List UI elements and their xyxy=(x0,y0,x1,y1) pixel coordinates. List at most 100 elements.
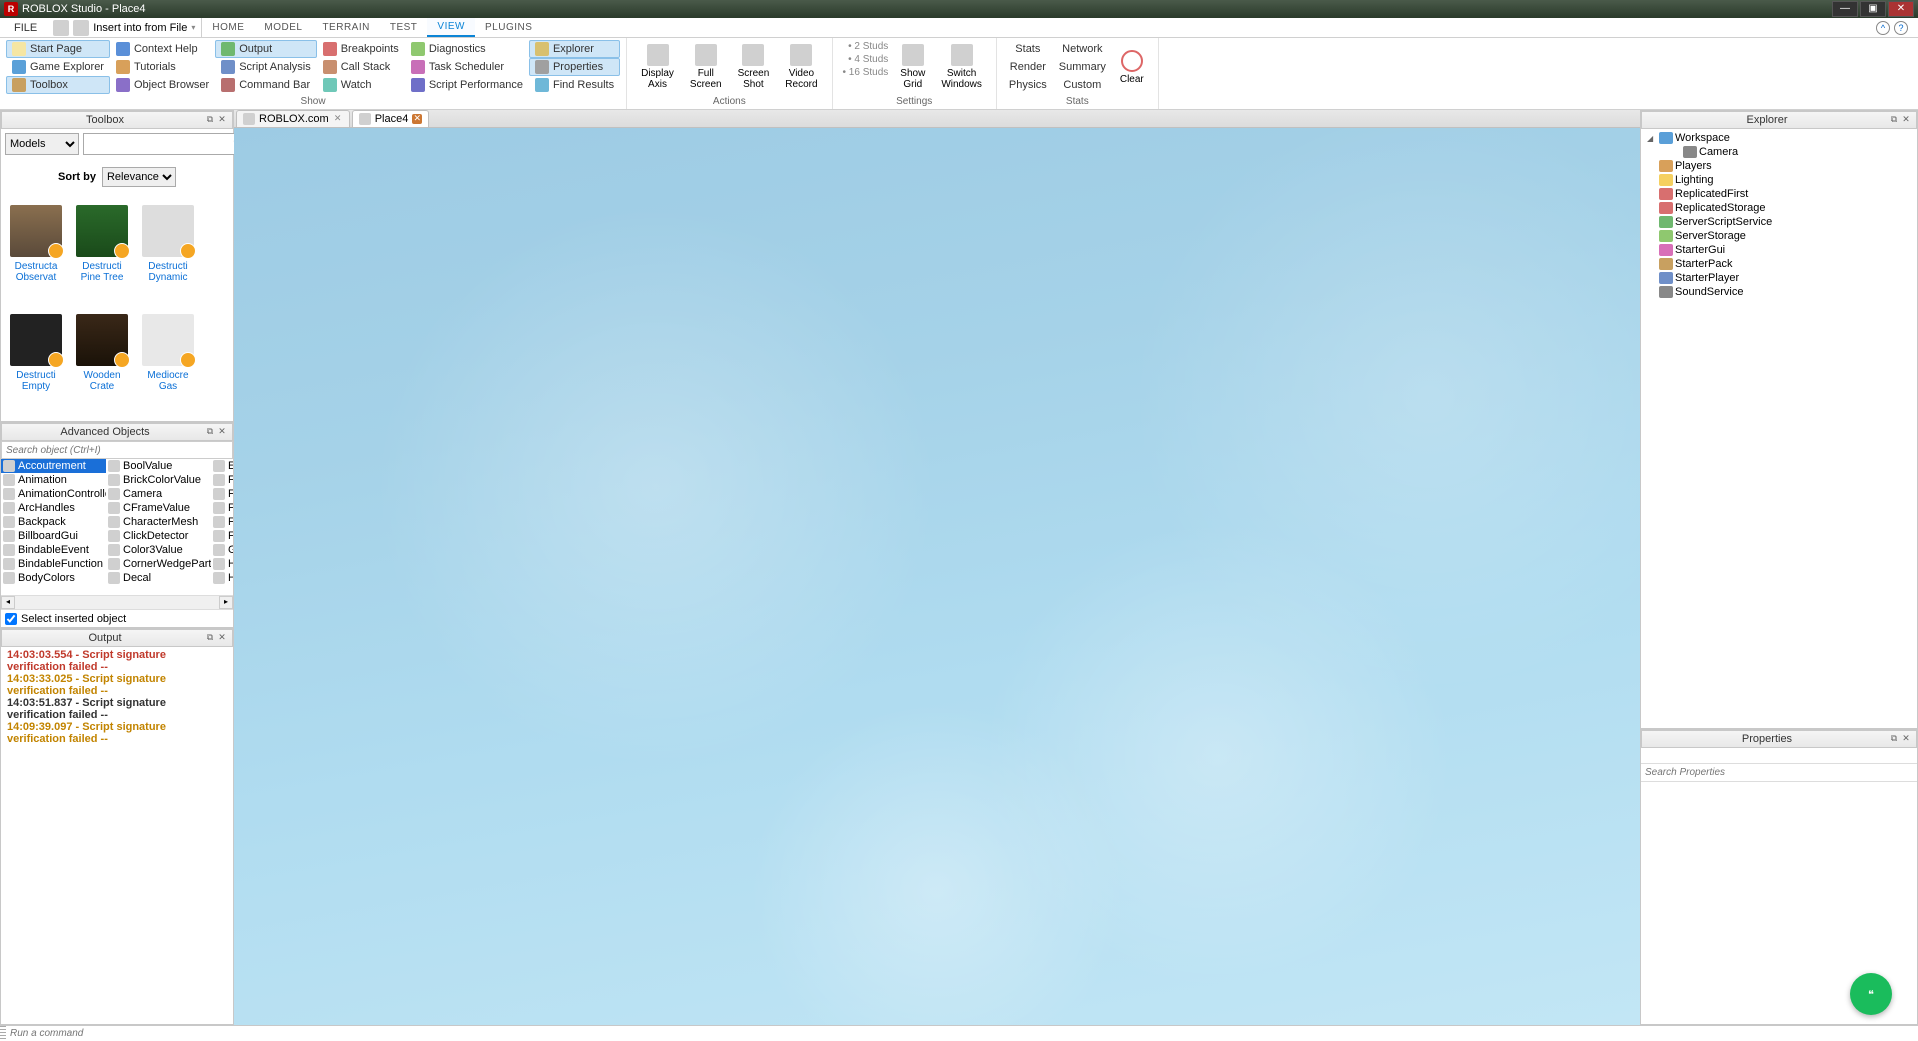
output-body[interactable]: 14:03:03.554 - Script signature verifica… xyxy=(1,647,233,1024)
stats-clear-button[interactable]: Clear xyxy=(1112,40,1152,94)
qat-dropdown-icon[interactable]: ▾ xyxy=(191,23,195,32)
command-input[interactable] xyxy=(6,1026,1918,1041)
ribbon-btn-find-results[interactable]: Find Results xyxy=(529,76,620,94)
scroll-left-icon[interactable]: ◂ xyxy=(1,596,15,609)
ribbon-btn-script-analysis[interactable]: Script Analysis xyxy=(215,58,317,76)
ribbon-btn-explorer[interactable]: Explorer xyxy=(529,40,620,58)
qat-new-icon[interactable] xyxy=(53,20,69,36)
output-close-icon[interactable]: ✕ xyxy=(216,632,228,644)
advobj-item[interactable]: Flag xyxy=(211,473,233,487)
advobj-item[interactable]: For xyxy=(211,515,233,529)
ribbon-btn-object-browser[interactable]: Object Browser xyxy=(110,76,215,94)
explorer-undock-icon[interactable]: ⧉ xyxy=(1888,114,1900,126)
advobj-undock-icon[interactable]: ⧉ xyxy=(204,426,216,438)
toolbox-category-select[interactable]: Models xyxy=(5,133,79,155)
action-full-screen[interactable]: FullScreen xyxy=(682,40,730,94)
ribbon-btn-call-stack[interactable]: Call Stack xyxy=(317,58,405,76)
advobj-item[interactable]: Backpack xyxy=(1,515,106,529)
scroll-right-icon[interactable]: ▸ xyxy=(219,596,233,609)
ribbon-tab-model[interactable]: MODEL xyxy=(254,18,312,37)
maximize-button[interactable]: ▣ xyxy=(1860,1,1886,17)
advobj-item[interactable]: Flo xyxy=(211,501,233,515)
advobj-item[interactable]: Hat xyxy=(211,571,233,585)
advobj-item[interactable]: Exp xyxy=(211,459,233,473)
advobj-item[interactable]: ClickDetector xyxy=(106,529,211,543)
action-display-axis[interactable]: DisplayAxis xyxy=(633,40,682,94)
advobj-item[interactable]: BodyColors xyxy=(1,571,106,585)
toolbox-item[interactable]: Destructa Observat xyxy=(3,199,69,308)
minimize-button[interactable]: — xyxy=(1832,1,1858,17)
explorer-node-players[interactable]: Players xyxy=(1643,159,1915,173)
settings-switch-windows[interactable]: SwitchWindows xyxy=(933,40,990,94)
advobj-search-input[interactable] xyxy=(1,441,233,459)
stats-physics[interactable]: Physics xyxy=(1003,76,1053,94)
advobj-item[interactable]: Flag xyxy=(211,487,233,501)
advobj-item[interactable]: ArcHandles xyxy=(1,501,106,515)
chat-fab-button[interactable]: ❝ xyxy=(1850,973,1892,1015)
stud-option[interactable]: • 16 Studs xyxy=(839,66,893,79)
advobj-item[interactable]: AnimationController xyxy=(1,487,106,501)
ribbon-btn-diagnostics[interactable]: Diagnostics xyxy=(405,40,529,58)
qat-insert-label[interactable]: Insert into from File xyxy=(93,22,187,34)
explorer-node-starterplayer[interactable]: StarterPlayer xyxy=(1643,271,1915,285)
ribbon-btn-toolbox[interactable]: Toolbox xyxy=(6,76,110,94)
ribbon-tab-plugins[interactable]: PLUGINS xyxy=(475,18,542,37)
advobj-item[interactable]: BillboardGui xyxy=(1,529,106,543)
explorer-node-serverstorage[interactable]: ServerStorage xyxy=(1643,229,1915,243)
explorer-node-camera[interactable]: Camera xyxy=(1643,145,1915,159)
ribbon-btn-tutorials[interactable]: Tutorials xyxy=(110,58,215,76)
doc-tab-close-icon[interactable]: ✕ xyxy=(333,114,343,124)
close-button[interactable]: ✕ xyxy=(1888,1,1914,17)
stats-network[interactable]: Network xyxy=(1053,40,1112,58)
viewport-3d[interactable] xyxy=(234,128,1640,1025)
ribbon-btn-task-scheduler[interactable]: Task Scheduler xyxy=(405,58,529,76)
help-icon[interactable]: ? xyxy=(1894,21,1908,35)
advobj-item[interactable]: BindableEvent xyxy=(1,543,106,557)
ribbon-btn-properties[interactable]: Properties xyxy=(529,58,620,76)
toolbox-search-input[interactable] xyxy=(83,133,251,155)
ribbon-tab-terrain[interactable]: TERRAIN xyxy=(312,18,379,37)
toolbox-item[interactable]: Destructi Pine Tree xyxy=(69,199,135,308)
advobj-item[interactable]: CFrameValue xyxy=(106,501,211,515)
advobj-item[interactable]: Glu xyxy=(211,543,233,557)
file-menu[interactable]: FILE xyxy=(4,18,47,37)
action-screen-shot[interactable]: ScreenShot xyxy=(730,40,778,94)
explorer-node-starterpack[interactable]: StarterPack xyxy=(1643,257,1915,271)
advobj-item[interactable]: Accoutrement xyxy=(1,459,106,473)
ribbon-tab-home[interactable]: HOME xyxy=(202,18,254,37)
advobj-close-icon[interactable]: ✕ xyxy=(216,426,228,438)
ribbon-tab-view[interactable]: VIEW xyxy=(427,18,475,37)
advobj-item[interactable]: BoolValue xyxy=(106,459,211,473)
explorer-node-lighting[interactable]: Lighting xyxy=(1643,173,1915,187)
explorer-node-startergui[interactable]: StarterGui xyxy=(1643,243,1915,257)
toolbox-item[interactable]: Mediocre Gas xyxy=(135,308,201,417)
toolbox-item[interactable]: Destructi Dynamic xyxy=(135,199,201,308)
toolbox-undock-icon[interactable]: ⧉ xyxy=(204,114,216,126)
ribbon-btn-output[interactable]: Output xyxy=(215,40,317,58)
stats-custom[interactable]: Custom xyxy=(1053,76,1112,94)
explorer-close-icon[interactable]: ✕ xyxy=(1900,114,1912,126)
toolbox-close-icon[interactable]: ✕ xyxy=(216,114,228,126)
doc-tab-close-icon[interactable]: ✕ xyxy=(412,114,422,124)
advobj-item[interactable]: BrickColorValue xyxy=(106,473,211,487)
advobj-item[interactable]: Animation xyxy=(1,473,106,487)
expand-icon[interactable]: ◢ xyxy=(1647,134,1657,143)
advobj-item[interactable]: Color3Value xyxy=(106,543,211,557)
advobj-item[interactable]: CornerWedgePart xyxy=(106,557,211,571)
stud-option[interactable]: • 2 Studs xyxy=(839,40,893,53)
advobj-item[interactable]: BindableFunction xyxy=(1,557,106,571)
ribbon-expand-icon[interactable]: ^ xyxy=(1876,21,1890,35)
properties-search-input[interactable] xyxy=(1641,764,1917,782)
toolbox-sort-select[interactable]: Relevance xyxy=(102,167,176,187)
qat-insert-icon[interactable] xyxy=(73,20,89,36)
stats-render[interactable]: Render xyxy=(1003,58,1053,76)
ribbon-btn-breakpoints[interactable]: Breakpoints xyxy=(317,40,405,58)
advobj-scrollbar[interactable]: ◂ ▸ xyxy=(1,595,233,609)
ribbon-btn-command-bar[interactable]: Command Bar xyxy=(215,76,317,94)
explorer-node-replicatedstorage[interactable]: ReplicatedStorage xyxy=(1643,201,1915,215)
advobj-item[interactable]: CharacterMesh xyxy=(106,515,211,529)
stats-stats[interactable]: Stats xyxy=(1003,40,1053,58)
toolbox-item[interactable]: Wooden Crate xyxy=(69,308,135,417)
settings-show-grid[interactable]: ShowGrid xyxy=(892,40,933,94)
explorer-node-workspace[interactable]: ◢Workspace xyxy=(1643,131,1915,145)
